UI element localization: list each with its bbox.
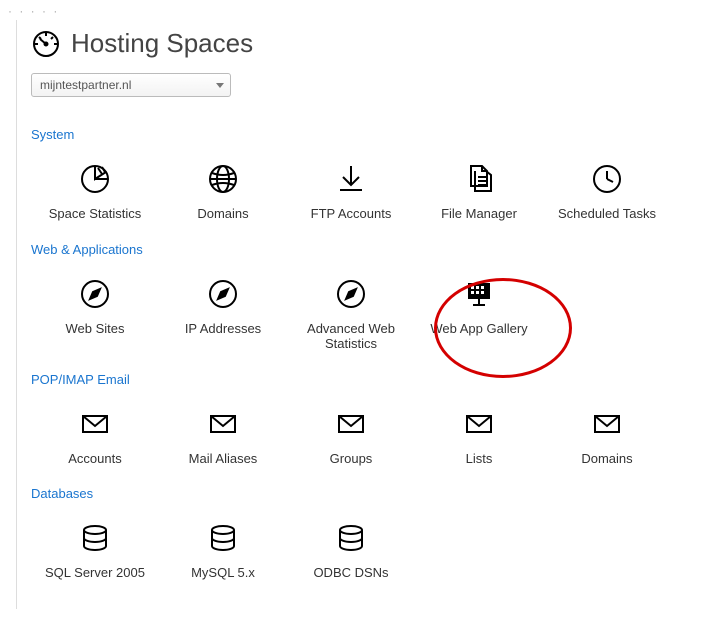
envelope-icon bbox=[78, 405, 112, 443]
item-label: Web Sites bbox=[65, 321, 124, 337]
envelope-icon bbox=[334, 405, 368, 443]
compass-icon bbox=[78, 275, 112, 313]
space-select[interactable]: mijntestpartner.nl bbox=[31, 73, 231, 97]
item-label: FTP Accounts bbox=[311, 206, 392, 222]
pie-chart-icon bbox=[78, 160, 112, 198]
item-web-sites[interactable]: Web Sites bbox=[31, 265, 159, 360]
section-web-label[interactable]: Web & Applications bbox=[31, 242, 143, 257]
envelope-icon bbox=[206, 405, 240, 443]
item-space-statistics[interactable]: Space Statistics bbox=[31, 150, 159, 230]
item-label: MySQL 5.x bbox=[191, 565, 255, 581]
item-email-groups[interactable]: Groups bbox=[287, 395, 415, 475]
item-mysql[interactable]: MySQL 5.x bbox=[159, 509, 287, 589]
clock-icon bbox=[590, 160, 624, 198]
hosting-spaces-panel: Hosting Spaces mijntestpartner.nl System… bbox=[16, 20, 716, 609]
item-label: Web App Gallery bbox=[430, 321, 527, 337]
item-label: Advanced Web Statistics bbox=[291, 321, 411, 352]
section-web-row: Web Sites IP Addresses Advanced Web Stat… bbox=[31, 265, 706, 360]
section-db-row: SQL Server 2005 MySQL 5.x ODBC DSNs bbox=[31, 509, 706, 589]
section-system-row: Space Statistics Domains FTP Accounts Fi… bbox=[31, 150, 706, 230]
envelope-icon bbox=[590, 405, 624, 443]
item-label: Accounts bbox=[68, 451, 121, 467]
item-sql-server[interactable]: SQL Server 2005 bbox=[31, 509, 159, 589]
page-title: Hosting Spaces bbox=[71, 28, 253, 59]
item-odbc-dsns[interactable]: ODBC DSNs bbox=[287, 509, 415, 589]
item-email-accounts[interactable]: Accounts bbox=[31, 395, 159, 475]
item-label: Groups bbox=[330, 451, 373, 467]
download-icon bbox=[334, 160, 368, 198]
item-ip-addresses[interactable]: IP Addresses bbox=[159, 265, 287, 360]
globe-icon bbox=[206, 160, 240, 198]
files-icon bbox=[462, 160, 496, 198]
item-label: Mail Aliases bbox=[189, 451, 258, 467]
item-label: Domains bbox=[197, 206, 248, 222]
item-label: ODBC DSNs bbox=[313, 565, 388, 581]
compass-icon bbox=[206, 275, 240, 313]
compass-icon bbox=[334, 275, 368, 313]
database-icon bbox=[78, 519, 112, 557]
section-db-label[interactable]: Databases bbox=[31, 486, 93, 501]
item-email-domains[interactable]: Domains bbox=[543, 395, 671, 475]
item-label: File Manager bbox=[441, 206, 517, 222]
item-label: IP Addresses bbox=[185, 321, 261, 337]
item-scheduled-tasks[interactable]: Scheduled Tasks bbox=[543, 150, 671, 230]
item-label: Scheduled Tasks bbox=[558, 206, 656, 222]
item-advanced-web-statistics[interactable]: Advanced Web Statistics bbox=[287, 265, 415, 360]
item-label: Space Statistics bbox=[49, 206, 142, 222]
section-email-row: Accounts Mail Aliases Groups Lists Domai… bbox=[31, 395, 706, 475]
item-ftp-accounts[interactable]: FTP Accounts bbox=[287, 150, 415, 230]
item-email-lists[interactable]: Lists bbox=[415, 395, 543, 475]
database-icon bbox=[334, 519, 368, 557]
item-label: Domains bbox=[581, 451, 632, 467]
gauge-icon bbox=[31, 29, 61, 59]
item-mail-aliases[interactable]: Mail Aliases bbox=[159, 395, 287, 475]
envelope-icon bbox=[462, 405, 496, 443]
page-title-row: Hosting Spaces bbox=[31, 28, 706, 59]
database-icon bbox=[206, 519, 240, 557]
monitor-grid-icon bbox=[462, 275, 496, 313]
decorative-dots: · · · · · bbox=[0, 0, 725, 20]
item-label: Lists bbox=[466, 451, 493, 467]
item-web-app-gallery[interactable]: Web App Gallery bbox=[415, 265, 543, 360]
section-email-label[interactable]: POP/IMAP Email bbox=[31, 372, 130, 387]
chevron-down-icon bbox=[216, 83, 224, 88]
item-file-manager[interactable]: File Manager bbox=[415, 150, 543, 230]
section-system-label[interactable]: System bbox=[31, 127, 74, 142]
item-domains[interactable]: Domains bbox=[159, 150, 287, 230]
item-label: SQL Server 2005 bbox=[45, 565, 145, 581]
space-select-value: mijntestpartner.nl bbox=[40, 78, 131, 92]
